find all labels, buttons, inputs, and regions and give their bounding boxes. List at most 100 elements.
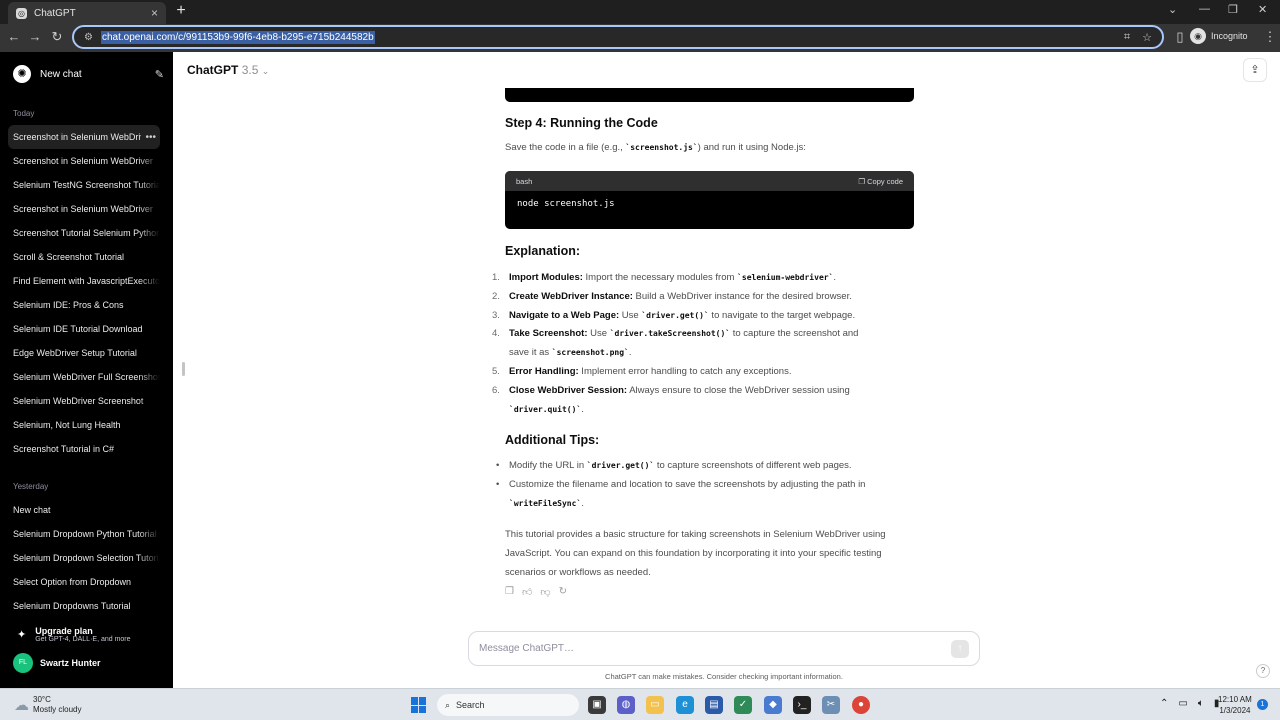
time: 12:10 AM — [1218, 695, 1252, 704]
start-button[interactable] — [411, 697, 427, 713]
chat-item[interactable]: Screenshot in Selenium WebDriver — [8, 149, 160, 173]
reload-icon[interactable]: ↻ — [49, 29, 65, 45]
thumbs-down-icon[interactable]: 👎︎ — [540, 586, 550, 598]
list-item: • Modify the URL in `driver.get()` to cap… — [496, 460, 852, 471]
tab-search-icon[interactable]: ⌄ — [1168, 3, 1177, 16]
arrow-up-icon: ↑ — [957, 642, 963, 654]
chrome-icon[interactable]: ● — [852, 696, 870, 714]
close-tab-icon[interactable]: × — [151, 6, 158, 20]
model-selector[interactable]: ChatGPT 3.5 ⌄ — [187, 63, 269, 77]
regenerate-icon[interactable]: ↻ — [559, 586, 567, 598]
edge-icon[interactable]: e — [676, 696, 694, 714]
tab-title: ChatGPT — [34, 7, 76, 19]
thumbs-up-icon[interactable]: 👍︎ — [522, 586, 532, 598]
chat-item[interactable]: Selenium TestNG Screenshot Tutorial — [8, 173, 160, 197]
tips-heading: Additional Tips: — [505, 433, 600, 447]
snipping-tool-icon[interactable]: ✂ — [822, 696, 840, 714]
app-icon[interactable]: ✓ — [734, 696, 752, 714]
chat-item[interactable]: Screenshot in Selenium WebDriver — [8, 197, 160, 221]
chat-item[interactable]: Edge WebDriver Setup Tutorial — [8, 341, 160, 365]
step4-paragraph: Save the code in a file (e.g., `screensh… — [505, 142, 806, 153]
weather-condition: Mostly cloudy — [33, 705, 82, 714]
chat-item[interactable]: Selenium WebDriver Full Screenshot — [8, 365, 160, 389]
browser-tabbar: ◎ ChatGPT × + ⌄ — ❐ ✕ — [0, 0, 1280, 24]
store-icon[interactable]: ▤ — [705, 696, 723, 714]
task-view-icon[interactable]: ▣ — [588, 696, 606, 714]
share-button[interactable]: ⇪ — [1243, 58, 1267, 82]
cloud-icon: ☁ — [14, 697, 29, 714]
send-button[interactable]: ↑ — [951, 639, 969, 658]
chat-item[interactable]: Screenshot Tutorial in C# — [8, 437, 160, 461]
chat-item[interactable]: Select Option from Dropdown — [8, 570, 160, 594]
restore-icon[interactable]: ❐ — [1228, 3, 1238, 16]
sidebar-toggle-handle[interactable] — [182, 362, 185, 376]
summary-paragraph: This tutorial provides a basic structure… — [505, 529, 886, 578]
bookmark-star-icon[interactable]: ☆ — [1142, 31, 1152, 44]
site-info-icon[interactable]: ⚙ — [84, 32, 93, 43]
previous-code-block-end — [505, 88, 914, 102]
chat-icon[interactable]: ◍ — [617, 696, 635, 714]
explanation-heading: Explanation: — [505, 244, 581, 258]
vscode-icon[interactable]: ◆ — [764, 696, 782, 714]
copy-icon[interactable]: ❐ — [505, 586, 514, 598]
compose-icon[interactable]: ✎ — [155, 68, 164, 81]
side-panel-icon[interactable]: ▯ — [1172, 29, 1188, 45]
taskbar-search[interactable]: ⌕ Search — [437, 694, 579, 716]
incognito-indicator[interactable]: ◉ Incognito — [1190, 28, 1248, 44]
url-text[interactable]: chat.openai.com/c/991153b9-99f6-4eb8-b29… — [100, 30, 375, 44]
chat-item[interactable]: Selenium Dropdown Python Tutorial — [8, 522, 160, 546]
help-icon[interactable]: ? — [1256, 664, 1270, 678]
avatar: FL — [13, 653, 33, 673]
chat-item[interactable]: Find Element with JavascriptExecutor — [8, 269, 160, 293]
share-icon: ⇪ — [1250, 64, 1260, 76]
weather-widget[interactable]: ☁ 30°C Mostly cloudy — [14, 695, 81, 715]
list-item: 1. Import Modules: Import the necessary m… — [492, 272, 837, 283]
chat-item[interactable]: Selenium, Not Lung Health — [8, 413, 160, 437]
chat-item[interactable]: Screenshot Tutorial Selenium Python — [8, 221, 160, 245]
minimize-icon[interactable]: — — [1199, 3, 1210, 15]
code-content: node screenshot.js — [517, 199, 615, 209]
terminal-icon[interactable]: ›_ — [793, 696, 811, 714]
copy-code-button[interactable]: ❐ Copy code — [858, 177, 903, 186]
sparkle-icon: ✦ — [17, 628, 27, 641]
message-placeholder[interactable]: Message ChatGPT… — [479, 643, 951, 654]
more-options-icon[interactable]: ••• — [141, 131, 156, 143]
chat-list-today: Screenshot in Selenium WebDriver ••• Scre… — [8, 125, 160, 461]
volume-icon[interactable]: 🔈︎ — [1198, 698, 1204, 709]
group-label-yesterday: Yesterday — [13, 482, 49, 491]
close-window-icon[interactable]: ✕ — [1258, 3, 1267, 16]
chat-item[interactable]: Selenium Dropdown Selection Tutorial — [8, 546, 160, 570]
chat-item[interactable]: New chat — [8, 498, 160, 522]
chat-item[interactable]: Selenium IDE Tutorial Download — [8, 317, 160, 341]
address-bar[interactable]: ⚙ chat.openai.com/c/991153b9-99f6-4eb8-b… — [72, 25, 1164, 49]
lens-icon[interactable]: ⌗ — [1124, 31, 1130, 44]
group-label-today: Today — [13, 109, 35, 118]
browser-menu-icon[interactable]: ⋮ — [1262, 29, 1278, 45]
browser-tab[interactable]: ◎ ChatGPT × — [8, 2, 166, 24]
network-icon[interactable]: ▭ — [1178, 698, 1187, 709]
chat-item[interactable]: Selenium IDE: Pros & Cons — [8, 293, 160, 317]
upgrade-plan-button[interactable]: ✦ Upgrade plan Get GPT-4, DALL·E, and mo… — [8, 621, 164, 647]
new-tab-icon[interactable]: + — [172, 2, 190, 20]
chat-item[interactable]: Scroll & Screenshot Tutorial — [8, 245, 160, 269]
incognito-label: Incognito — [1211, 31, 1248, 41]
notification-badge[interactable]: 1 — [1257, 699, 1268, 710]
list-item: 3. Navigate to a Web Page: Use `driver.ge… — [492, 309, 856, 321]
upgrade-title: Upgrade plan — [35, 625, 93, 636]
model-version: 3.5 — [241, 63, 259, 77]
file-explorer-icon[interactable]: ▭ — [646, 696, 664, 714]
back-icon[interactable]: ← — [6, 29, 22, 44]
list-item: 6. Close WebDriver Session: Always ensure… — [492, 384, 850, 415]
chevron-up-icon[interactable]: ⌃ — [1160, 698, 1168, 709]
assistant-message: Step 4: Running the Code Save the code i… — [492, 52, 915, 612]
code-language: bash — [516, 176, 533, 186]
new-chat-button[interactable]: ✺ New chat ✎ — [8, 62, 164, 86]
chat-item[interactable]: Selenium Dropdowns Tutorial — [8, 594, 160, 618]
forward-icon[interactable]: → — [27, 29, 43, 44]
clock[interactable]: 12:10 AM 1/3/2024 — [1218, 694, 1252, 716]
temperature: 30°C — [33, 695, 51, 704]
chat-item[interactable]: Selenium WebDriver Screenshot — [8, 389, 160, 413]
message-input[interactable]: Message ChatGPT… ↑ — [468, 631, 980, 666]
user-menu[interactable]: FL Swartz Hunter — [8, 651, 164, 675]
chat-item[interactable]: Screenshot in Selenium WebDriver ••• — [8, 125, 160, 149]
